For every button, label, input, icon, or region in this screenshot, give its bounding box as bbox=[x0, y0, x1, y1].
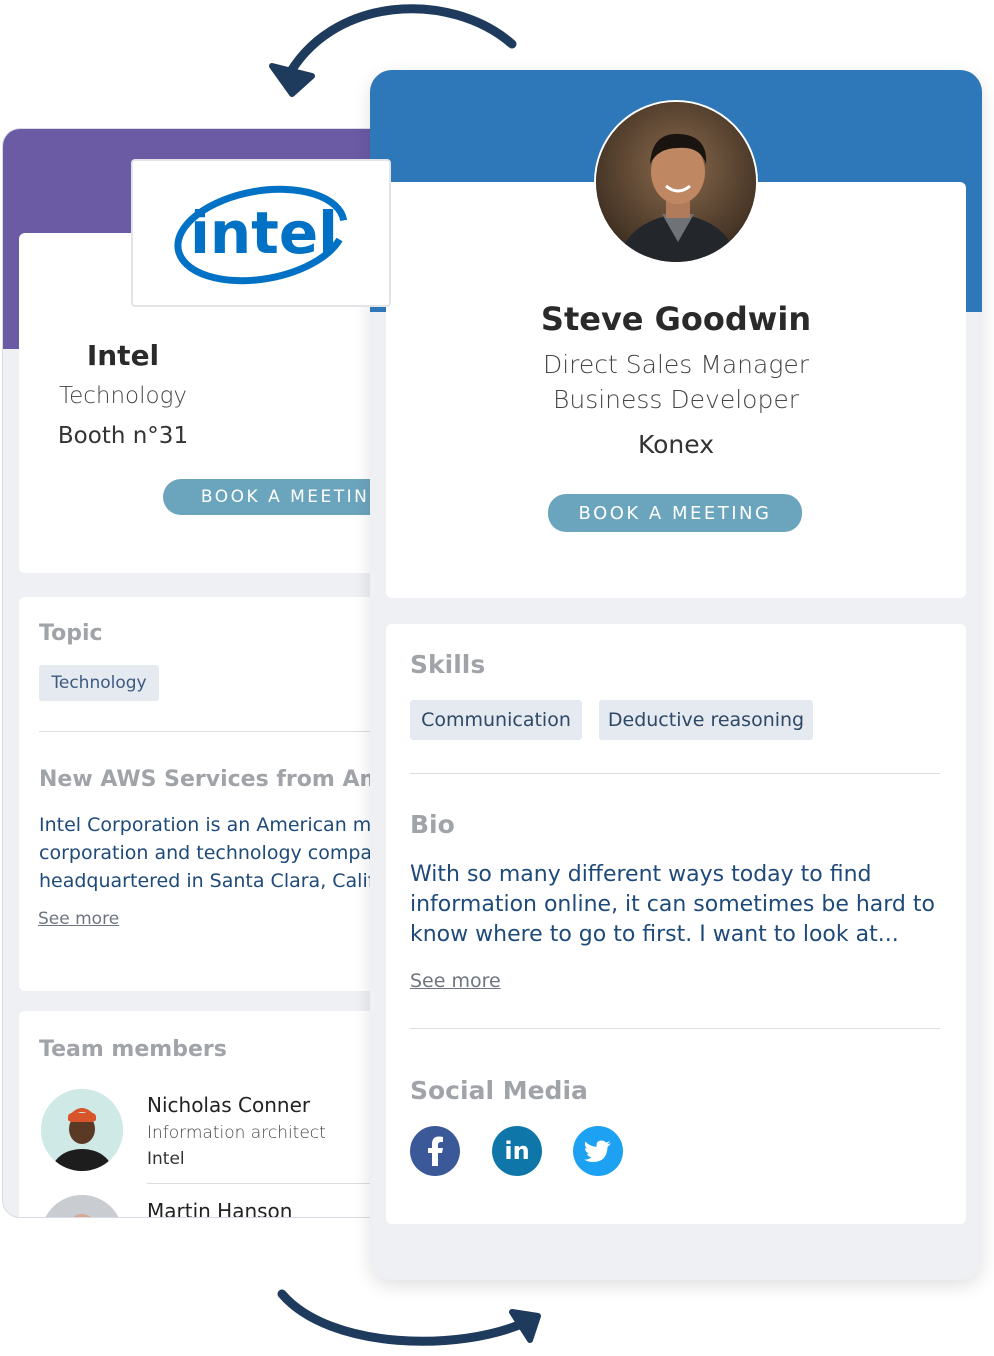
topic-title: Topic bbox=[39, 621, 103, 646]
divider bbox=[147, 1183, 401, 1184]
person-company: Konex bbox=[637, 430, 715, 459]
twitter-bird-icon bbox=[584, 1140, 611, 1162]
member-portrait-icon bbox=[41, 1089, 123, 1171]
bottom-arrowhead-icon bbox=[509, 1309, 541, 1343]
top-arrowhead-icon bbox=[269, 63, 315, 97]
person-card: Steve Goodwin Direct Sales Manager Busin… bbox=[370, 70, 982, 1280]
avatar[interactable] bbox=[41, 1089, 123, 1171]
person-name: Steve Goodwin bbox=[540, 300, 812, 338]
member-name[interactable]: Martin Hanson bbox=[147, 1199, 292, 1217]
person-title-line1: Direct Sales Manager bbox=[542, 350, 809, 379]
skill-tag[interactable]: Deductive reasoning bbox=[599, 700, 813, 740]
linkedin-glyph-icon: in bbox=[504, 1137, 529, 1165]
intel-logo-icon: intel bbox=[174, 185, 348, 285]
divider bbox=[39, 731, 399, 732]
company-about-panel: Topic Technology New AWS Services from A… bbox=[19, 597, 399, 991]
bio-see-more-link[interactable]: See more bbox=[410, 970, 501, 992]
facebook-glyph-icon bbox=[428, 1136, 443, 1166]
person-details-panel: Skills Communication Deductive reasoning… bbox=[386, 624, 966, 1224]
company-see-more-link[interactable]: See more bbox=[38, 909, 119, 929]
topic-tag[interactable]: Technology bbox=[39, 665, 159, 701]
company-card: intel Intel Technology Booth n°31 BOOK A… bbox=[2, 128, 402, 1218]
bio-title: Bio bbox=[410, 810, 455, 839]
avatar[interactable] bbox=[41, 1195, 123, 1217]
company-logo: intel bbox=[131, 159, 391, 307]
member-role: Information architect bbox=[147, 1123, 326, 1143]
bottom-arrow-curve bbox=[277, 1289, 531, 1346]
person-book-meeting-button[interactable]: BOOK A MEETING bbox=[548, 494, 802, 532]
person-title-line2: Business Developer bbox=[553, 385, 799, 414]
divider bbox=[410, 773, 940, 774]
company-booth: Booth n°31 bbox=[57, 423, 189, 449]
bio-text: With so many different ways today to fin… bbox=[410, 862, 935, 947]
company-category: Technology bbox=[58, 383, 188, 409]
member-name[interactable]: Nicholas Conner bbox=[147, 1093, 310, 1117]
skills-title: Skills bbox=[410, 650, 486, 679]
team-panel: Team members Nicholas Conner Information… bbox=[19, 1011, 401, 1217]
session-title: New AWS Services from Ama bbox=[39, 767, 398, 792]
team-title: Team members bbox=[39, 1037, 227, 1062]
social-title: Social Media bbox=[410, 1076, 588, 1105]
company-name: Intel bbox=[86, 339, 160, 372]
svg-text:intel: intel bbox=[190, 199, 338, 267]
company-description: Intel Corporation is an American m corpo… bbox=[39, 814, 375, 892]
person-portrait-icon bbox=[596, 102, 756, 262]
divider bbox=[410, 1028, 940, 1029]
member-company: Intel bbox=[147, 1149, 185, 1169]
company-book-meeting-button[interactable]: BOOK A MEETING bbox=[163, 479, 401, 515]
svg-text:in: in bbox=[504, 1137, 529, 1165]
linkedin-icon[interactable]: in bbox=[492, 1126, 542, 1176]
skill-tag[interactable]: Communication bbox=[410, 700, 582, 740]
member-portrait-icon bbox=[41, 1195, 123, 1217]
avatar[interactable] bbox=[594, 100, 758, 264]
twitter-icon[interactable] bbox=[573, 1126, 623, 1176]
facebook-icon[interactable] bbox=[410, 1126, 460, 1176]
